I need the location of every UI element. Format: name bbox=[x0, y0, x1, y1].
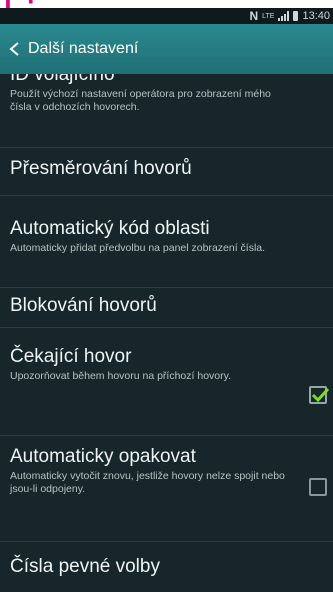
list-item-call-blocking[interactable]: Blokování hovorů bbox=[0, 288, 333, 328]
item-subtitle: Upozorňovat během hovoru na příchozí hov… bbox=[10, 370, 232, 382]
app-bar: Další nastavení bbox=[0, 24, 333, 74]
signal-icon bbox=[278, 11, 290, 21]
list-item-call-forwarding[interactable]: Přesměrování hovorů bbox=[0, 148, 333, 196]
item-title: ID volajícího bbox=[10, 74, 115, 85]
item-subtitle: Automaticky přidat předvolbu na panel zo… bbox=[10, 242, 266, 254]
nfc-icon: N bbox=[249, 9, 259, 23]
item-title: Čekající hovor bbox=[10, 346, 132, 367]
status-time: 13:40 bbox=[302, 10, 330, 22]
back-button[interactable]: Další nastavení bbox=[0, 24, 146, 74]
list-item-auto-redial[interactable]: Automaticky opakovat Automaticky vytočit… bbox=[0, 436, 333, 542]
list-item-auto-area-code[interactable]: Automatický kód oblasti Automaticky přid… bbox=[0, 196, 333, 288]
status-bar: N LTE 13:40 bbox=[0, 8, 333, 24]
item-title: Čísla pevné volby bbox=[10, 556, 160, 577]
item-title: Blokování hovorů bbox=[10, 295, 157, 316]
list-item-fixed-dialing[interactable]: Čísla pevné volby bbox=[0, 542, 333, 592]
item-title: Automatický kód oblasti bbox=[10, 218, 210, 239]
item-title: Přesměrování hovorů bbox=[10, 158, 192, 179]
item-title: Automaticky opakovat bbox=[10, 446, 196, 467]
call-waiting-checkbox[interactable] bbox=[309, 386, 330, 404]
chevron-left-icon bbox=[9, 42, 19, 56]
item-subtitle: Automaticky vytočit znovu, jestliže hovo… bbox=[10, 470, 285, 495]
battery-icon bbox=[293, 11, 299, 21]
settings-list: ID volajícího Použít výchozí nastavení o… bbox=[0, 74, 333, 592]
auto-redial-checkbox[interactable] bbox=[309, 478, 327, 496]
page-title: Další nastavení bbox=[28, 40, 139, 57]
list-item-caller-id[interactable]: ID volajícího Použít výchozí nastavení o… bbox=[0, 74, 333, 148]
status-icons: N LTE 13:40 bbox=[249, 9, 330, 23]
list-item-call-waiting[interactable]: Čekající hovor Upozorňovat během hovoru … bbox=[0, 328, 333, 436]
lte-icon: LTE bbox=[262, 12, 275, 20]
item-subtitle: Použít výchozí nastavení operátora pro z… bbox=[10, 88, 271, 113]
checkmark-icon bbox=[311, 387, 330, 403]
